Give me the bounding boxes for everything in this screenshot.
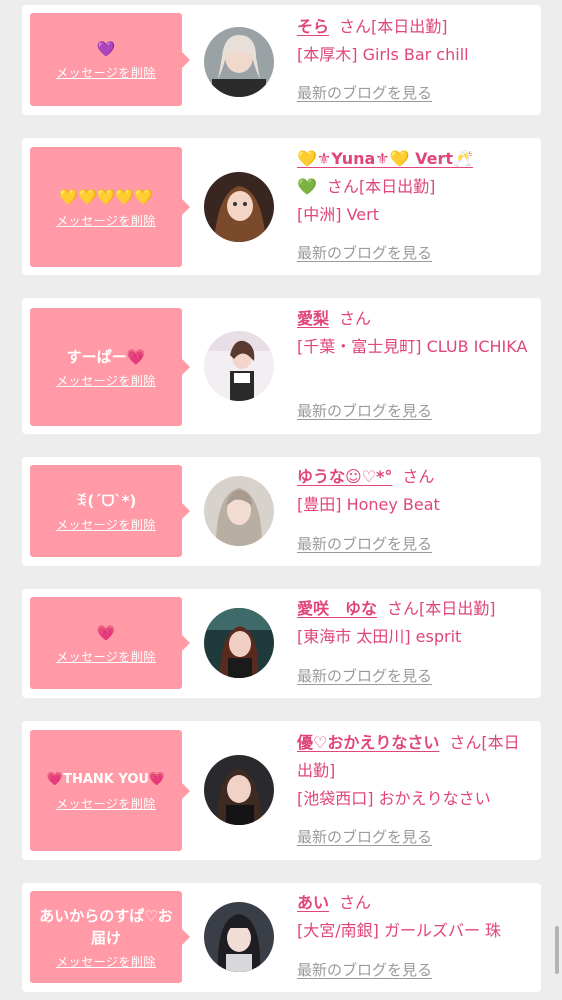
message-bubble: 💜 メッセージを削除: [30, 13, 190, 106]
scrollbar[interactable]: [555, 926, 559, 974]
cast-name-link[interactable]: 愛梨: [297, 309, 329, 328]
message-bubble: すーぱー💗 メッセージを削除: [30, 308, 190, 426]
cast-name-link[interactable]: そら: [297, 17, 329, 36]
card-info: そら さん[本日出勤] [本厚木] Girls Bar chill: [297, 13, 533, 69]
honorific: さん: [339, 17, 372, 36]
name-heart: 💚: [297, 177, 317, 196]
message-card: 💛💛💛💛💛 メッセージを削除 💛⚜Yuna⚜💛 Vert🥂 💚 さん[本日出勤] …: [22, 138, 541, 275]
shop-name: [中洲] Vert: [297, 205, 379, 224]
delete-message-link[interactable]: メッセージを削除: [56, 212, 156, 229]
delete-message-link[interactable]: メッセージを削除: [56, 953, 156, 970]
avatar[interactable]: [204, 755, 274, 825]
message-card: 💜 メッセージを削除 そら さん[本日出勤] [本厚木] Girls Bar ch…: [22, 5, 541, 115]
message-text: 💛💛💛💛💛: [59, 187, 153, 206]
message-text: 💗THANK YOU💗: [46, 772, 166, 787]
message-text: ꉂ(ˊᗜˋ*): [75, 491, 137, 510]
honorific: さん: [387, 599, 420, 618]
latest-blog-link[interactable]: 最新のブログを見る: [297, 533, 432, 554]
card-info: 愛梨 さん [千葉・富士見町] CLUB ICHIKA: [297, 305, 533, 361]
delete-message-link[interactable]: メッセージを削除: [56, 64, 156, 81]
work-status: [本日出勤]: [371, 17, 448, 36]
cast-name-link[interactable]: 愛咲 ゆな: [297, 599, 377, 618]
card-info: ゆうな☺︎♡*° さん [豊田] Honey Beat: [297, 463, 533, 519]
latest-blog-link[interactable]: 最新のブログを見る: [297, 400, 432, 421]
latest-blog-link[interactable]: 最新のブログを見る: [297, 665, 432, 686]
message-text: すーぱー💗: [66, 347, 146, 366]
shop-name: [千葉・富士見町] CLUB ICHIKA: [297, 337, 528, 356]
message-list: 💜 メッセージを削除 そら さん[本日出勤] [本厚木] Girls Bar ch…: [0, 0, 562, 1000]
avatar[interactable]: [204, 902, 274, 972]
delete-message-link[interactable]: メッセージを削除: [56, 516, 156, 533]
honorific: さん: [339, 309, 372, 328]
message-card: 💗THANK YOU💗 メッセージを削除 優♡おかえりなさい さん[本日出勤] […: [22, 721, 541, 860]
message-card: あいからのすぱ♡お届け メッセージを削除 あい さん [大宮/南銀] ガールズバー…: [22, 883, 541, 992]
cast-name-link[interactable]: ゆうな☺︎♡*°: [297, 467, 392, 486]
delete-message-link[interactable]: メッセージを削除: [56, 372, 156, 389]
message-card: すーぱー💗 メッセージを削除 愛梨 さん [千葉・富士見町] CLUB ICHIK…: [22, 298, 541, 434]
shop-name: [東海市 太田川] esprit: [297, 627, 462, 646]
message-card: 💗 メッセージを削除 愛咲 ゆな さん[本日出勤] [東海市 太田川] espri…: [22, 589, 541, 698]
honorific: さん: [449, 733, 482, 752]
message-card: ꉂ(ˊᗜˋ*) メッセージを削除 ゆうな☺︎♡*° さん [豊田] Honey B…: [22, 457, 541, 566]
honorific: さん: [326, 177, 359, 196]
latest-blog-link[interactable]: 最新のブログを見る: [297, 959, 432, 980]
message-text: あいからのすぱ♡お届け: [39, 906, 173, 947]
card-info: あい さん [大宮/南銀] ガールズバー 珠: [297, 889, 533, 945]
message-text: 💗: [96, 623, 116, 642]
latest-blog-link[interactable]: 最新のブログを見る: [297, 242, 432, 263]
avatar[interactable]: [204, 476, 274, 546]
delete-message-link[interactable]: メッセージを削除: [56, 795, 156, 812]
message-bubble: 💛💛💛💛💛 メッセージを削除: [30, 147, 190, 267]
honorific: さん: [339, 893, 372, 912]
message-bubble: ꉂ(ˊᗜˋ*) メッセージを削除: [30, 465, 190, 557]
latest-blog-link[interactable]: 最新のブログを見る: [297, 826, 432, 847]
message-bubble: 💗THANK YOU💗 メッセージを削除: [30, 730, 190, 851]
work-status: [本日出勤]: [358, 177, 436, 196]
cast-name-link[interactable]: あい: [297, 893, 329, 912]
shop-name: [本厚木] Girls Bar chill: [297, 45, 469, 64]
shop-name: [池袋西口] おかえりなさい: [297, 789, 491, 808]
cast-name-link[interactable]: 💛⚜Yuna⚜💛 Vert🥂: [297, 149, 473, 168]
avatar[interactable]: [204, 27, 274, 97]
honorific: さん: [402, 467, 435, 486]
message-text: 💜: [96, 40, 116, 58]
card-info: 💛⚜Yuna⚜💛 Vert🥂 💚 さん[本日出勤] [中洲] Vert: [297, 145, 533, 229]
cast-name-link[interactable]: 優♡おかえりなさい: [297, 733, 439, 752]
delete-message-link[interactable]: メッセージを削除: [56, 648, 156, 665]
shop-name: [豊田] Honey Beat: [297, 495, 440, 514]
message-bubble: 💗 メッセージを削除: [30, 597, 190, 689]
avatar[interactable]: [204, 608, 274, 678]
card-info: 愛咲 ゆな さん[本日出勤] [東海市 太田川] esprit: [297, 595, 533, 651]
card-info: 優♡おかえりなさい さん[本日出勤] [池袋西口] おかえりなさい: [297, 729, 533, 813]
shop-name: [大宮/南銀] ガールズバー 珠: [297, 921, 502, 940]
message-bubble: あいからのすぱ♡お届け メッセージを削除: [30, 891, 190, 983]
avatar[interactable]: [204, 331, 274, 401]
avatar[interactable]: [204, 172, 274, 242]
work-status: [本日出勤]: [419, 599, 496, 618]
latest-blog-link[interactable]: 最新のブログを見る: [297, 82, 432, 103]
